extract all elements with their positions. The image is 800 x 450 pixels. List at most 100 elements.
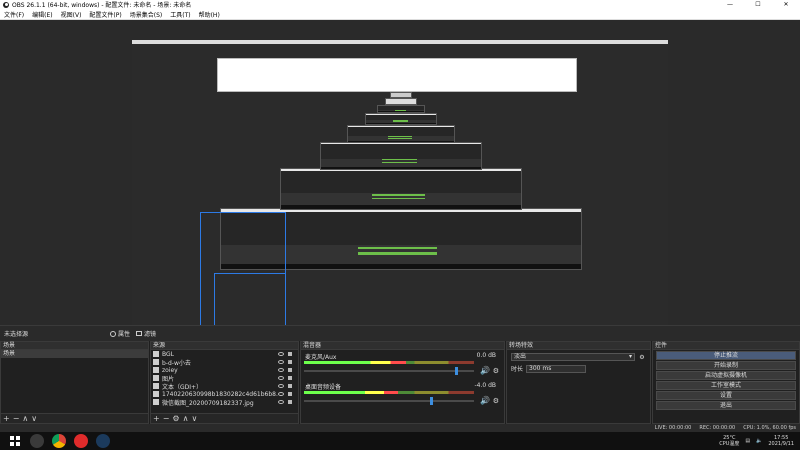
channel-gear-icon[interactable]: ⚙ xyxy=(493,367,499,375)
duration-input[interactable]: 300 ms xyxy=(526,364,587,373)
menu-tools[interactable]: 工具(T) xyxy=(166,10,194,19)
move-source-down-button[interactable]: ∨ xyxy=(191,414,197,423)
add-scene-button[interactable]: + xyxy=(3,414,10,423)
lock-icon[interactable] xyxy=(288,368,292,372)
scenes-toolbar: + − ∧ ∨ xyxy=(1,413,148,423)
transition-select[interactable]: 淡出 xyxy=(511,353,635,361)
fader-knob[interactable] xyxy=(429,397,433,405)
visibility-eye-icon[interactable] xyxy=(278,384,284,388)
start-virtual-camera-button[interactable]: 启动虚拟摄像机 xyxy=(656,371,796,380)
no-source-selected-label: 未选择源 xyxy=(4,331,29,338)
nested-preview-3 xyxy=(280,168,522,210)
source-name: 文本（GDI+） xyxy=(162,383,203,391)
visibility-eye-icon[interactable] xyxy=(278,360,284,364)
stop-streaming-button[interactable]: 停止推流 xyxy=(656,351,796,360)
settings-button[interactable]: 设置 xyxy=(656,391,796,400)
source-name: 1740220630998b1830282c4d61b6b8.png xyxy=(162,390,278,398)
chrome-icon[interactable] xyxy=(52,434,66,448)
move-scene-up-button[interactable]: ∧ xyxy=(22,414,28,423)
filters-label: 滤镜 xyxy=(144,331,157,338)
preview-area[interactable] xyxy=(0,20,800,325)
source-type-icon xyxy=(153,399,159,405)
source-type-icon xyxy=(153,351,159,357)
remove-scene-button[interactable]: − xyxy=(13,414,20,423)
menu-edit[interactable]: 编辑(E) xyxy=(28,10,56,19)
lock-icon[interactable] xyxy=(288,392,292,396)
mixer-header: 混音器 xyxy=(301,342,504,350)
channel-gear-icon[interactable]: ⚙ xyxy=(493,397,499,405)
source-item[interactable]: 文本（GDI+） xyxy=(151,382,298,391)
weather-widget[interactable]: 25°C CPU温度 xyxy=(719,435,739,447)
volume-fader[interactable] xyxy=(304,367,474,375)
visibility-eye-icon[interactable] xyxy=(278,392,284,396)
scene-item[interactable]: 场景 xyxy=(1,350,148,358)
maximize-button[interactable]: ☐ xyxy=(744,0,772,9)
menu-bar: 文件(F) 编辑(E) 视图(V) 配置文件(P) 场景集合(S) 工具(T) … xyxy=(0,9,800,20)
mixer-channel: 桌面音频设备 -4.0 dB 🔊 ⚙ xyxy=(301,380,504,410)
transition-gear-icon[interactable]: ⚙ xyxy=(638,354,646,361)
obs-logo-icon xyxy=(3,1,9,8)
volume-fader[interactable] xyxy=(304,397,474,405)
meter-level xyxy=(304,391,398,394)
meter-level xyxy=(304,361,406,364)
channel-db: 0.0 dB xyxy=(476,352,496,359)
clock[interactable]: 17:55 2021/9/11 xyxy=(768,435,794,447)
steam-icon[interactable] xyxy=(96,434,110,448)
visibility-eye-icon[interactable] xyxy=(278,400,284,404)
windows-start-icon[interactable] xyxy=(8,434,22,448)
move-source-up-button[interactable]: ∧ xyxy=(183,414,189,423)
scenes-header: 场景 xyxy=(1,342,148,350)
preview-canvas[interactable] xyxy=(132,40,668,325)
channel-db: -4.0 dB xyxy=(474,382,496,389)
rec-status: REC: 00:00:00 xyxy=(699,425,736,431)
lock-icon[interactable] xyxy=(288,352,292,356)
source-item[interactable]: b-d-w小去 xyxy=(151,358,298,367)
obs-taskbar-icon[interactable] xyxy=(30,434,44,448)
visibility-eye-icon[interactable] xyxy=(278,376,284,380)
visibility-eye-icon[interactable] xyxy=(278,352,284,356)
add-source-button[interactable]: + xyxy=(153,414,160,423)
audio-mixer-panel: 混音器 麦克风/Aux 0.0 dB 🔊 ⚙ 桌面音频设备 -4.0 dB 🔊 … xyxy=(300,341,505,424)
source-type-icon xyxy=(153,367,159,373)
source-type-icon xyxy=(153,391,159,397)
menu-view[interactable]: 视图(V) xyxy=(57,10,86,19)
close-button[interactable]: ✕ xyxy=(772,0,800,9)
move-scene-down-button[interactable]: ∨ xyxy=(31,414,37,423)
lock-icon[interactable] xyxy=(288,400,292,404)
channel-name: 桌面音频设备 xyxy=(305,384,342,391)
nested-top-window xyxy=(217,58,577,92)
filters-button[interactable]: 滤镜 xyxy=(136,329,156,338)
window-title: OBS 26.1.1 (64-bit, windows) - 配置文件: 未命名… xyxy=(12,2,192,9)
transitions-header: 转场特效 xyxy=(507,342,650,350)
menu-help[interactable]: 帮助(H) xyxy=(195,10,224,19)
mute-speaker-icon[interactable]: 🔊 xyxy=(480,396,490,405)
studio-mode-button[interactable]: 工作室模式 xyxy=(656,381,796,390)
source-properties-button[interactable]: ⚙ xyxy=(172,414,179,423)
menu-file[interactable]: 文件(F) xyxy=(0,10,28,19)
minimize-button[interactable]: — xyxy=(716,0,744,9)
controls-panel: 控件 停止推流 开始录制 启动虚拟摄像机 工作室模式 设置 退出 xyxy=(652,341,800,424)
gear-icon xyxy=(110,330,116,337)
network-icon[interactable]: ▤ xyxy=(745,438,750,444)
duration-row: 时长 300 ms xyxy=(511,364,646,373)
exit-button[interactable]: 退出 xyxy=(656,401,796,410)
sources-header: 来源 xyxy=(151,342,298,350)
source-name: zoiey xyxy=(162,366,178,374)
lock-icon[interactable] xyxy=(288,360,292,364)
volume-icon[interactable]: 🔈 xyxy=(756,438,762,444)
properties-button[interactable]: 属性 xyxy=(110,329,130,338)
menu-profile[interactable]: 配置文件(P) xyxy=(85,10,125,19)
visibility-eye-icon[interactable] xyxy=(278,368,284,372)
lock-icon[interactable] xyxy=(288,384,292,388)
status-bar: LIVE: 00:00:00 REC: 00:00:00 CPU: 1.0%, … xyxy=(0,424,800,432)
menu-scene-collection[interactable]: 场景集合(S) xyxy=(126,10,167,19)
obs-window: OBS 26.1.1 (64-bit, windows) - 配置文件: 未命名… xyxy=(0,0,800,450)
mute-speaker-icon[interactable]: 🔊 xyxy=(480,366,490,375)
start-recording-button[interactable]: 开始录制 xyxy=(656,361,796,370)
remove-source-button[interactable]: − xyxy=(163,414,170,423)
netease-music-icon[interactable] xyxy=(74,434,88,448)
source-item[interactable]: 微信截图_20200709182337.jpg xyxy=(151,398,298,407)
fader-knob[interactable] xyxy=(455,367,458,375)
nested-preview-8 xyxy=(385,98,417,105)
lock-icon[interactable] xyxy=(288,376,292,380)
